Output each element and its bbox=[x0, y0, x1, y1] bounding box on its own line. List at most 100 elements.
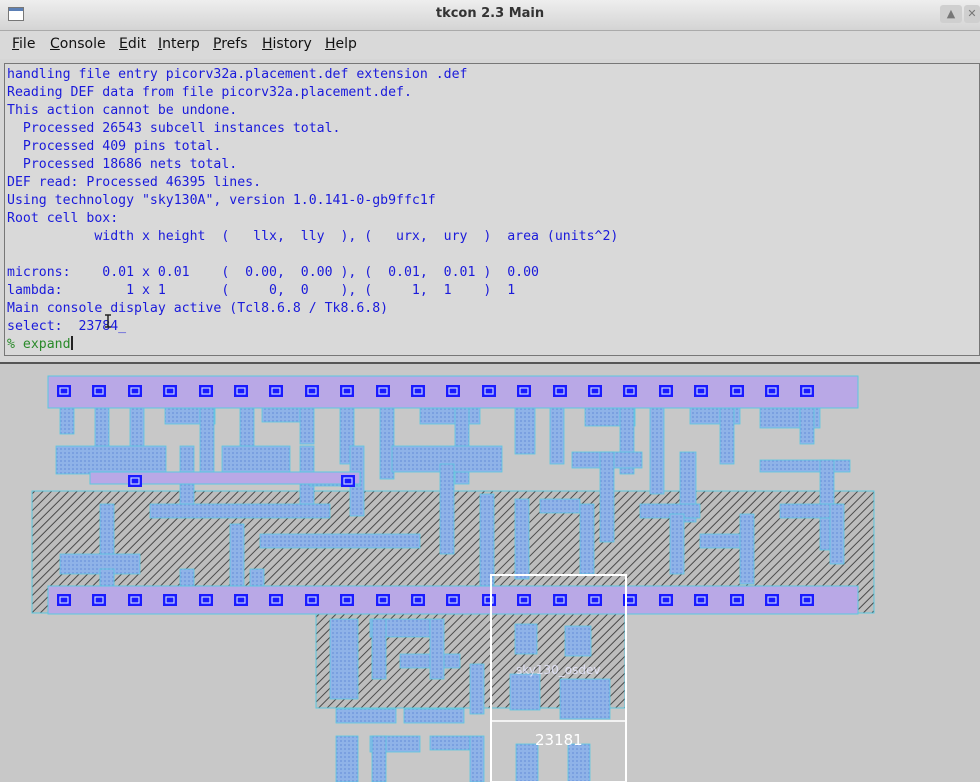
metal-segment bbox=[539, 498, 581, 514]
console-line: Processed 26543 subcell instances total. bbox=[7, 121, 341, 136]
metal-segment bbox=[549, 403, 565, 465]
via-contact bbox=[765, 385, 779, 397]
via-contact bbox=[800, 594, 814, 606]
metal-segment bbox=[469, 735, 485, 782]
via-contact bbox=[269, 594, 283, 606]
close-icon[interactable]: ✕ bbox=[964, 5, 980, 23]
via-contact bbox=[800, 385, 814, 397]
via-contact bbox=[517, 594, 531, 606]
via-contact bbox=[340, 385, 354, 397]
metal-segment bbox=[739, 513, 755, 585]
console-line: Reading DEF data from file picorv32a.pla… bbox=[7, 85, 412, 100]
via-contact bbox=[446, 594, 460, 606]
via-contact bbox=[623, 385, 637, 397]
metal-segment bbox=[429, 735, 471, 751]
menu-history[interactable]: History bbox=[262, 36, 312, 52]
instance-label: 23181 bbox=[535, 731, 583, 749]
ibeam-cursor-icon bbox=[105, 314, 111, 328]
console-line: handling file entry picorv32a.placement.… bbox=[7, 67, 468, 82]
via-contact bbox=[128, 594, 142, 606]
console-line: lambda: 1 x 1 ( 0, 0 ), ( 1, 1 ) 1 bbox=[7, 283, 516, 298]
via-contact bbox=[234, 594, 248, 606]
metal-segment bbox=[229, 523, 245, 595]
metal-segment bbox=[55, 445, 167, 475]
via-contact bbox=[482, 594, 496, 606]
metal-segment bbox=[259, 533, 421, 549]
menu-edit[interactable]: Edit bbox=[119, 36, 146, 52]
via-contact bbox=[234, 385, 248, 397]
via-contact bbox=[730, 594, 744, 606]
metal-segment bbox=[469, 663, 485, 715]
metal-segment bbox=[429, 618, 445, 680]
metal-segment bbox=[335, 708, 397, 724]
via-contact bbox=[199, 385, 213, 397]
metal-segment bbox=[567, 743, 591, 782]
via-contact bbox=[376, 385, 390, 397]
metal-segment bbox=[599, 451, 615, 543]
console-line: Using technology "sky130A", version 1.0.… bbox=[7, 193, 436, 208]
via-contact bbox=[199, 594, 213, 606]
via-contact bbox=[659, 594, 673, 606]
via-contact bbox=[765, 594, 779, 606]
console-line: This action cannot be undone. bbox=[7, 103, 238, 118]
console-line: microns: 0.01 x 0.01 ( 0.00, 0.00 ), ( 0… bbox=[7, 265, 539, 280]
via-contact bbox=[57, 385, 71, 397]
command-input[interactable]: expand bbox=[23, 337, 71, 352]
via-contact bbox=[588, 385, 602, 397]
console-line: Processed 18686 nets total. bbox=[7, 157, 238, 172]
window-title: tkcon 2.3 Main bbox=[435, 6, 545, 21]
menu-bar: File Console Edit Interp Prefs History H… bbox=[0, 31, 980, 59]
metal-segment bbox=[371, 618, 387, 680]
menu-console[interactable]: Console bbox=[50, 36, 106, 52]
console-line: Root cell box: bbox=[7, 211, 119, 226]
via-contact bbox=[92, 385, 106, 397]
via-contact bbox=[659, 385, 673, 397]
console-output[interactable]: handling file entry picorv32a.placement.… bbox=[4, 63, 980, 356]
metal-segment bbox=[799, 403, 815, 445]
command-prompt[interactable]: % expand bbox=[7, 336, 73, 352]
via-contact bbox=[588, 594, 602, 606]
via-contact bbox=[517, 385, 531, 397]
metal-segment bbox=[719, 403, 735, 465]
metal-segment bbox=[559, 678, 611, 720]
via-contact bbox=[341, 475, 355, 487]
metal-segment bbox=[299, 403, 315, 445]
via-contact bbox=[730, 385, 744, 397]
metal-segment bbox=[149, 503, 331, 519]
metal-segment bbox=[509, 673, 541, 711]
title-bar[interactable]: tkcon 2.3 Main ▲ ✕ bbox=[0, 0, 980, 31]
via-contact bbox=[411, 385, 425, 397]
menu-prefs[interactable]: Prefs bbox=[213, 36, 248, 52]
via-contact bbox=[163, 594, 177, 606]
metal-segment bbox=[829, 503, 845, 565]
via-contact bbox=[57, 594, 71, 606]
metal-segment bbox=[649, 403, 665, 495]
console-line: Processed 409 pins total. bbox=[7, 139, 222, 154]
tkcon-window: tkcon 2.3 Main ▲ ✕ File Console Edit Int… bbox=[0, 0, 980, 364]
metal-segment bbox=[403, 708, 465, 724]
metal-segment bbox=[759, 459, 851, 473]
via-contact bbox=[482, 385, 496, 397]
menu-interp[interactable]: Interp bbox=[158, 36, 200, 52]
via-contact bbox=[128, 475, 142, 487]
metal-segment bbox=[514, 403, 536, 455]
metal-segment bbox=[564, 625, 592, 657]
metal-segment bbox=[514, 623, 538, 655]
metal-segment bbox=[515, 743, 539, 782]
layout-canvas[interactable]: sky130_osdev 23181 bbox=[0, 364, 980, 782]
metal-segment bbox=[129, 403, 145, 450]
menu-file[interactable]: File bbox=[12, 36, 35, 52]
prompt-symbol: % bbox=[7, 337, 15, 352]
via-contact bbox=[128, 385, 142, 397]
metal-segment bbox=[579, 503, 595, 575]
console-line: DEF read: Processed 46395 lines. bbox=[7, 175, 262, 190]
via-contact bbox=[269, 385, 283, 397]
metal-segment bbox=[371, 735, 387, 782]
menu-help[interactable]: Help bbox=[325, 36, 357, 52]
chevron-up-icon[interactable]: ▲ bbox=[940, 5, 962, 23]
console-line: Main console display active (Tcl8.6.8 / … bbox=[7, 301, 389, 316]
metal-segment bbox=[514, 498, 530, 580]
via-contact bbox=[553, 385, 567, 397]
via-contact bbox=[305, 385, 319, 397]
metal-segment bbox=[335, 735, 359, 782]
